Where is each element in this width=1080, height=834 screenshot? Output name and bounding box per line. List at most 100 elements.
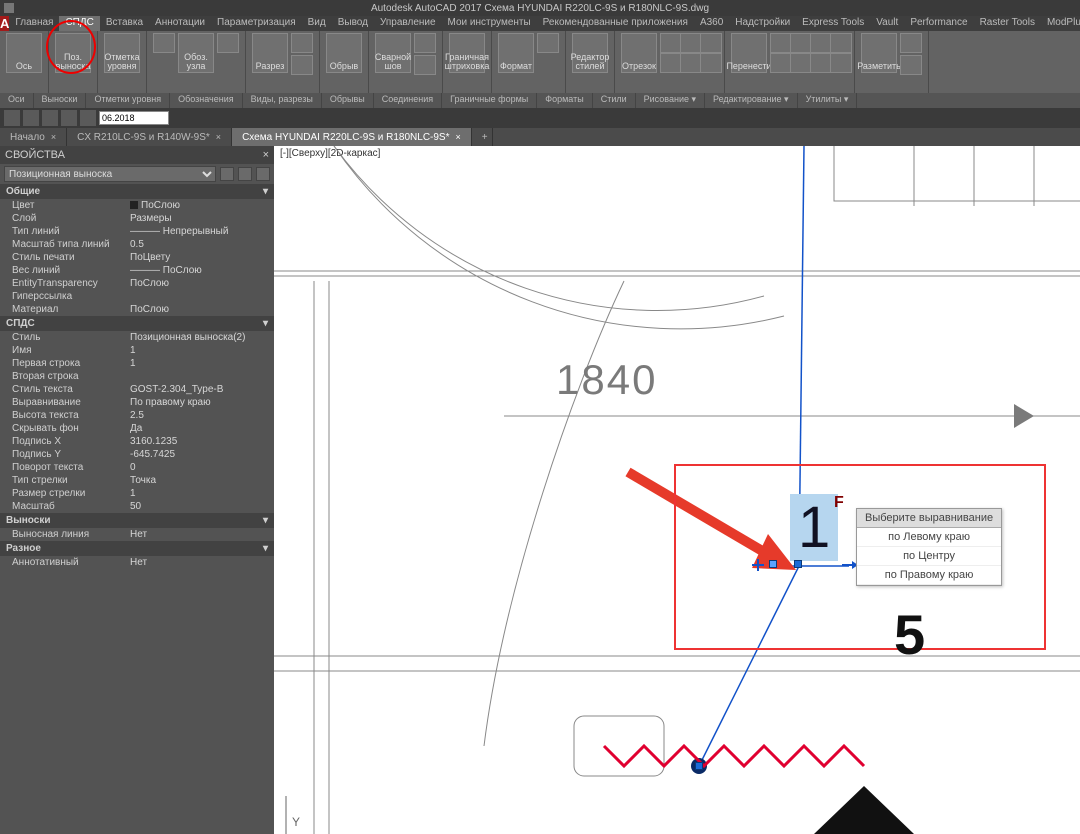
context-menu-item-1[interactable]: по Центру xyxy=(857,547,1001,566)
prop-row[interactable]: Масштаб типа линий0.5 xyxy=(0,238,274,251)
prop-section[interactable]: Выноски▾ xyxy=(0,513,274,528)
close-tab-icon[interactable]: × xyxy=(51,132,56,142)
ribbon-tab-12[interactable]: Express Tools xyxy=(796,16,870,31)
ed-h[interactable] xyxy=(830,53,852,73)
ribbon-tab-3[interactable]: Аннотации xyxy=(149,16,211,31)
format-button[interactable]: Формат xyxy=(498,33,534,73)
ribbon-tab-9[interactable]: Рекомендованные приложения xyxy=(537,16,694,31)
ribbon-group-10[interactable]: Рисование ▾ xyxy=(636,93,705,108)
prop-row[interactable]: Высота текста2.5 xyxy=(0,409,274,422)
ribbon-tab-7[interactable]: Управление xyxy=(374,16,442,31)
ribbon-tab-4[interactable]: Параметризация xyxy=(211,16,302,31)
ed-a[interactable] xyxy=(770,33,792,53)
prop-row[interactable]: Гиперссылка xyxy=(0,290,274,303)
quick-select-icon[interactable] xyxy=(220,167,234,181)
ribbon-tab-2[interactable]: Вставка xyxy=(100,16,149,31)
node-mark-button[interactable]: Обоз. узла xyxy=(178,33,214,73)
ribbon-small-1[interactable] xyxy=(153,33,175,53)
ribbon-tab-16[interactable]: ModPlus ЕСКД xyxy=(1041,16,1080,31)
ribbon-group-6[interactable]: Соединения xyxy=(374,93,442,108)
ribbon-tab-5[interactable]: Вид xyxy=(302,16,332,31)
ribbon-group-2[interactable]: Отметки уровня xyxy=(86,93,170,108)
ribbon-small-7[interactable] xyxy=(537,33,559,53)
layer-combobox[interactable] xyxy=(99,111,169,125)
prop-row[interactable]: Вес линий——— ПоСлою xyxy=(0,264,274,277)
ribbon-small-5[interactable] xyxy=(414,33,436,53)
ribbon-tab-15[interactable]: Raster Tools xyxy=(974,16,1041,31)
ribbon-group-1[interactable]: Выноски xyxy=(34,93,87,108)
ribbon-tab-14[interactable]: Performance xyxy=(904,16,973,31)
new-tab-button[interactable]: + xyxy=(472,128,493,146)
prop-section[interactable]: Общие▾ xyxy=(0,184,274,199)
prop-section[interactable]: Разное▾ xyxy=(0,541,274,556)
doc-tab-1[interactable]: CX R210LC-9S и R140W-9S*× xyxy=(67,128,232,146)
grip-endpoint[interactable] xyxy=(695,762,703,770)
qa-4[interactable] xyxy=(61,110,77,126)
close-icon[interactable]: × xyxy=(263,149,269,161)
ribbon-group-4[interactable]: Виды, разрезы xyxy=(243,93,322,108)
prop-row[interactable]: Подпись Y-645.7425 xyxy=(0,448,274,461)
draw-c[interactable] xyxy=(700,33,722,53)
ribbon-group-9[interactable]: Стили xyxy=(593,93,636,108)
prop-row[interactable]: Вторая строка xyxy=(0,370,274,383)
hatch-button[interactable]: Граничная штриховка xyxy=(449,33,485,73)
prop-section[interactable]: СПДС▾ xyxy=(0,316,274,331)
grip-plus[interactable] xyxy=(752,558,764,576)
section-button[interactable]: Разрез xyxy=(252,33,288,73)
line-button[interactable]: Отрезок xyxy=(621,33,657,73)
ed-g[interactable] xyxy=(810,53,832,73)
ribbon-group-11[interactable]: Редактирование ▾ xyxy=(705,93,798,108)
ed-b[interactable] xyxy=(790,33,812,53)
prop-row[interactable]: Скрывать фонДа xyxy=(0,422,274,435)
ribbon-small-6[interactable] xyxy=(414,55,436,75)
prop-row[interactable]: Первая строка1 xyxy=(0,357,274,370)
qa-5[interactable] xyxy=(80,110,96,126)
prop-row[interactable]: Размер стрелки1 xyxy=(0,487,274,500)
ribbon-group-0[interactable]: Оси xyxy=(0,93,34,108)
weld-button[interactable]: Сварной шов xyxy=(375,33,411,73)
pickset-icon[interactable] xyxy=(238,167,252,181)
prop-row[interactable]: АннотативныйНет xyxy=(0,556,274,569)
ribbon-tab-11[interactable]: Надстройки xyxy=(729,16,796,31)
qa-3[interactable] xyxy=(42,110,58,126)
grip-left[interactable] xyxy=(769,560,777,568)
prop-row[interactable]: Поворот текста0 xyxy=(0,461,274,474)
app-logo[interactable]: A xyxy=(0,16,9,31)
prop-row[interactable]: Масштаб50 xyxy=(0,500,274,513)
ribbon-tab-10[interactable]: A360 xyxy=(694,16,729,31)
ribbon-group-3[interactable]: Обозначения xyxy=(170,93,243,108)
context-menu-item-0[interactable]: по Левому краю xyxy=(857,528,1001,547)
draw-d[interactable] xyxy=(660,53,682,73)
quick-calc-icon[interactable] xyxy=(256,167,270,181)
qa-1[interactable] xyxy=(4,110,20,126)
prop-row[interactable]: ВыравниваниеПо правому краю xyxy=(0,396,274,409)
ribbon-tab-6[interactable]: Вывод xyxy=(332,16,374,31)
elevation-mark-button[interactable]: Отметка уровня xyxy=(104,33,140,73)
ed-f[interactable] xyxy=(790,53,812,73)
prop-row[interactable]: Имя1 xyxy=(0,344,274,357)
ed-d[interactable] xyxy=(830,33,852,53)
prop-row[interactable]: EntityTransparencyПоСлою xyxy=(0,277,274,290)
doc-tab-2[interactable]: Схема HYUNDAI R220LC-9S и R180NLC-9S*× xyxy=(232,128,472,146)
ribbon-group-8[interactable]: Форматы xyxy=(537,93,592,108)
prop-row[interactable]: Стиль печатиПоЦвету xyxy=(0,251,274,264)
object-type-dropdown[interactable]: Позиционная выноска xyxy=(4,166,216,182)
leader-text[interactable]: 1 xyxy=(790,494,838,561)
draw-a[interactable] xyxy=(660,33,682,53)
ribbon-group-12[interactable]: Утилиты ▾ xyxy=(798,93,858,108)
context-menu-item-2[interactable]: по Правому краю xyxy=(857,566,1001,585)
ribbon-small-3[interactable] xyxy=(291,33,313,53)
ribbon-small-4[interactable] xyxy=(291,55,313,75)
draw-b[interactable] xyxy=(680,33,702,53)
grip-center[interactable] xyxy=(794,560,802,568)
ribbon-group-5[interactable]: Обрывы xyxy=(322,93,374,108)
marking-button[interactable]: Разметить xyxy=(861,33,897,73)
move-button[interactable]: Перенести xyxy=(731,33,767,73)
prop-row[interactable]: МатериалПоСлою xyxy=(0,303,274,316)
doc-tab-0[interactable]: Начало× xyxy=(0,128,67,146)
draw-f[interactable] xyxy=(700,53,722,73)
prop-row[interactable]: Стиль текстаGOST-2.304_Type-B xyxy=(0,383,274,396)
util-a[interactable] xyxy=(900,33,922,53)
prop-row[interactable]: ЦветПоСлою xyxy=(0,199,274,212)
ribbon-group-7[interactable]: Граничные формы xyxy=(442,93,537,108)
